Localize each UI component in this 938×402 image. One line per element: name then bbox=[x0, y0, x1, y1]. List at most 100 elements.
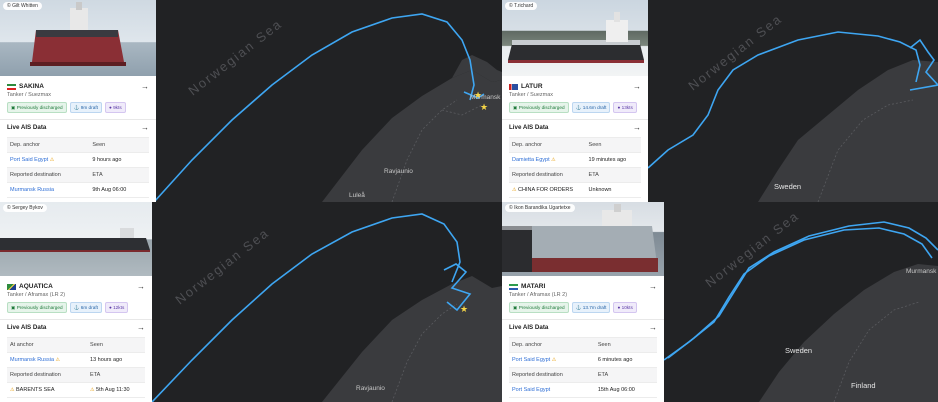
map-canvas-2 bbox=[648, 31, 938, 202]
ais-header[interactable]: Live AIS Data → bbox=[502, 121, 648, 134]
map-canvas-4 bbox=[664, 221, 938, 402]
vessel-photo: © Gilt Whitten bbox=[0, 0, 156, 76]
discharge-badge: ▣ Previously discharged bbox=[509, 102, 569, 113]
vessel-card-aquatica: © Sergey Bykov AQUATICA → Tanker / Afram… bbox=[0, 202, 152, 402]
table-cell: 6 minutes ago bbox=[597, 357, 633, 363]
table-row: At anchor Seen bbox=[7, 338, 145, 353]
open-arrow-icon[interactable]: → bbox=[649, 323, 657, 332]
speed-badge: ● 9kts bbox=[104, 102, 126, 113]
table-row: Port Said Egypt ⚠ 6 minutes ago bbox=[509, 353, 657, 368]
warning-icon: ⚠ bbox=[551, 357, 557, 363]
table-cell: Port Said Egypt ⚠ bbox=[7, 157, 89, 163]
photo-credit: © Ikon Barandika Ugartetxe bbox=[505, 204, 575, 212]
draft-badge: ⚓ 13.7m draft bbox=[571, 302, 611, 313]
vessel-name[interactable]: SAKINA bbox=[19, 83, 141, 90]
port-link[interactable]: Murmansk Russia bbox=[10, 357, 54, 363]
vessel-name[interactable]: LATUR bbox=[521, 83, 633, 90]
place-label: Finland bbox=[851, 381, 876, 390]
ship-image bbox=[508, 12, 644, 63]
table-row: Reported destination ETA bbox=[7, 368, 145, 383]
destination-link[interactable]: Port Said Egypt bbox=[512, 387, 550, 393]
vessel-header[interactable]: LATUR → bbox=[502, 81, 648, 92]
speed-badge: ● 10kts bbox=[613, 302, 637, 313]
table-cell: Murmansk Russia bbox=[7, 187, 89, 193]
ais-header[interactable]: Live AIS Data → bbox=[0, 121, 156, 134]
place-label: Ravjaunio bbox=[356, 385, 385, 392]
table-cell: ⚠ 5th Aug 11:30 bbox=[90, 387, 130, 393]
ais-header[interactable]: Live AIS Data → bbox=[0, 321, 152, 334]
warning-icon: ⚠ bbox=[55, 357, 61, 363]
place-label: Sweden bbox=[785, 346, 813, 355]
ais-table: Dep. anchor Seen Damietta Egypt ⚠ 19 min… bbox=[509, 137, 641, 198]
map-panel-4[interactable]: Norwegian Sea Sweden Finland Murmansk bbox=[664, 202, 938, 402]
vessel-header[interactable]: SAKINA → bbox=[0, 81, 156, 92]
open-arrow-icon[interactable]: → bbox=[633, 123, 641, 132]
table-cell: ETA bbox=[597, 372, 609, 378]
badge-row: ▣ Previously discharged ⚓ 13.7m draft ● … bbox=[502, 298, 664, 313]
table-cell: ETA bbox=[90, 372, 101, 378]
vessel-photo: © Ikon Barandika Ugartetxe bbox=[502, 202, 664, 276]
table-row: Murmansk Russia 9th Aug 06:00 bbox=[7, 183, 149, 198]
table-cell: Seen bbox=[597, 342, 611, 348]
discharge-badge: ▣ Previously discharged bbox=[7, 302, 67, 313]
table-cell: Reported destination bbox=[10, 172, 61, 178]
divider bbox=[0, 319, 152, 320]
anchor-star-icon[interactable]: ★ bbox=[460, 304, 468, 315]
table-cell: ⚠ CHINA FOR ORDERS bbox=[509, 187, 586, 193]
table-row: Reported destination ETA bbox=[7, 168, 149, 183]
flag-icon bbox=[509, 83, 518, 90]
open-arrow-icon[interactable]: → bbox=[137, 323, 145, 332]
anchor-star-icon[interactable]: ★ bbox=[480, 102, 488, 113]
place-label: Luleå bbox=[349, 192, 365, 199]
map-panel-3[interactable]: Norwegian Sea Ravjaunio ★ bbox=[152, 202, 502, 402]
table-row: Reported destination ETA bbox=[509, 168, 641, 183]
table-row: Port Said Egypt ⚠ 9 hours ago bbox=[7, 153, 149, 168]
table-cell: Reported destination bbox=[10, 372, 61, 378]
table-cell: Port Said Egypt ⚠ bbox=[509, 357, 595, 363]
destination-text: CHINA FOR ORDERS bbox=[518, 187, 574, 193]
ais-table: Dep. anchor Seen Port Said Egypt ⚠ 9 hou… bbox=[7, 137, 149, 198]
speed-badge: ● 13kts bbox=[613, 102, 637, 113]
table-cell: Reported destination bbox=[512, 172, 563, 178]
table-cell: Damietta Egypt ⚠ bbox=[509, 157, 586, 163]
ais-title: Live AIS Data bbox=[7, 124, 47, 131]
table-cell: Seen bbox=[92, 142, 106, 148]
warning-icon: ⚠ bbox=[551, 157, 556, 163]
vessel-photo: © T.richard bbox=[502, 0, 648, 76]
open-arrow-icon[interactable]: → bbox=[141, 82, 149, 91]
map-panel-1[interactable]: Norwegian Sea Murmansk Ravjaunio Luleå ★… bbox=[152, 0, 502, 202]
vessel-header[interactable]: AQUATICA → bbox=[0, 281, 152, 292]
map-panel-2[interactable]: Norwegian Sea Sweden bbox=[648, 0, 938, 202]
table-cell: Dep. anchor bbox=[10, 142, 40, 148]
badge-row: ▣ Previously discharged ⚓ 9m draft ● 9kt… bbox=[0, 98, 156, 113]
table-cell: 19 minutes ago bbox=[588, 157, 627, 163]
vessel-name[interactable]: MATARI bbox=[521, 283, 649, 290]
flag-icon bbox=[7, 283, 16, 290]
destination-text: BARENTS SEA bbox=[16, 387, 55, 393]
port-link[interactable]: Damietta Egypt bbox=[512, 157, 550, 163]
ais-title: Live AIS Data bbox=[509, 324, 549, 331]
ais-header[interactable]: Live AIS Data → bbox=[502, 321, 664, 334]
open-arrow-icon[interactable]: → bbox=[141, 123, 149, 132]
port-link[interactable]: Port Said Egypt bbox=[10, 157, 48, 163]
draft-badge: ⚓ 9m draft bbox=[69, 102, 102, 113]
ship-image bbox=[30, 2, 126, 66]
table-cell: Seen bbox=[90, 342, 103, 348]
open-arrow-icon[interactable]: → bbox=[633, 82, 641, 91]
ship-image bbox=[502, 204, 658, 272]
table-cell: ⚠ BARENTS SEA bbox=[7, 387, 87, 393]
destination-link[interactable]: Murmansk Russia bbox=[10, 187, 54, 193]
photo-credit: © Sergey Bykov bbox=[3, 204, 47, 212]
divider bbox=[502, 319, 664, 320]
divider bbox=[502, 119, 648, 120]
open-arrow-icon[interactable]: → bbox=[649, 282, 657, 291]
speed-badge: ● 12kts bbox=[104, 302, 129, 313]
table-cell: Reported destination bbox=[512, 372, 563, 378]
open-arrow-icon[interactable]: → bbox=[137, 282, 145, 291]
warning-icon: ⚠ bbox=[10, 387, 15, 393]
port-link[interactable]: Port Said Egypt bbox=[512, 357, 550, 363]
anchor-star-icon[interactable]: ★ bbox=[474, 90, 482, 101]
vessel-name[interactable]: AQUATICA bbox=[19, 283, 137, 290]
divider bbox=[0, 119, 156, 120]
vessel-header[interactable]: MATARI → bbox=[502, 281, 664, 292]
